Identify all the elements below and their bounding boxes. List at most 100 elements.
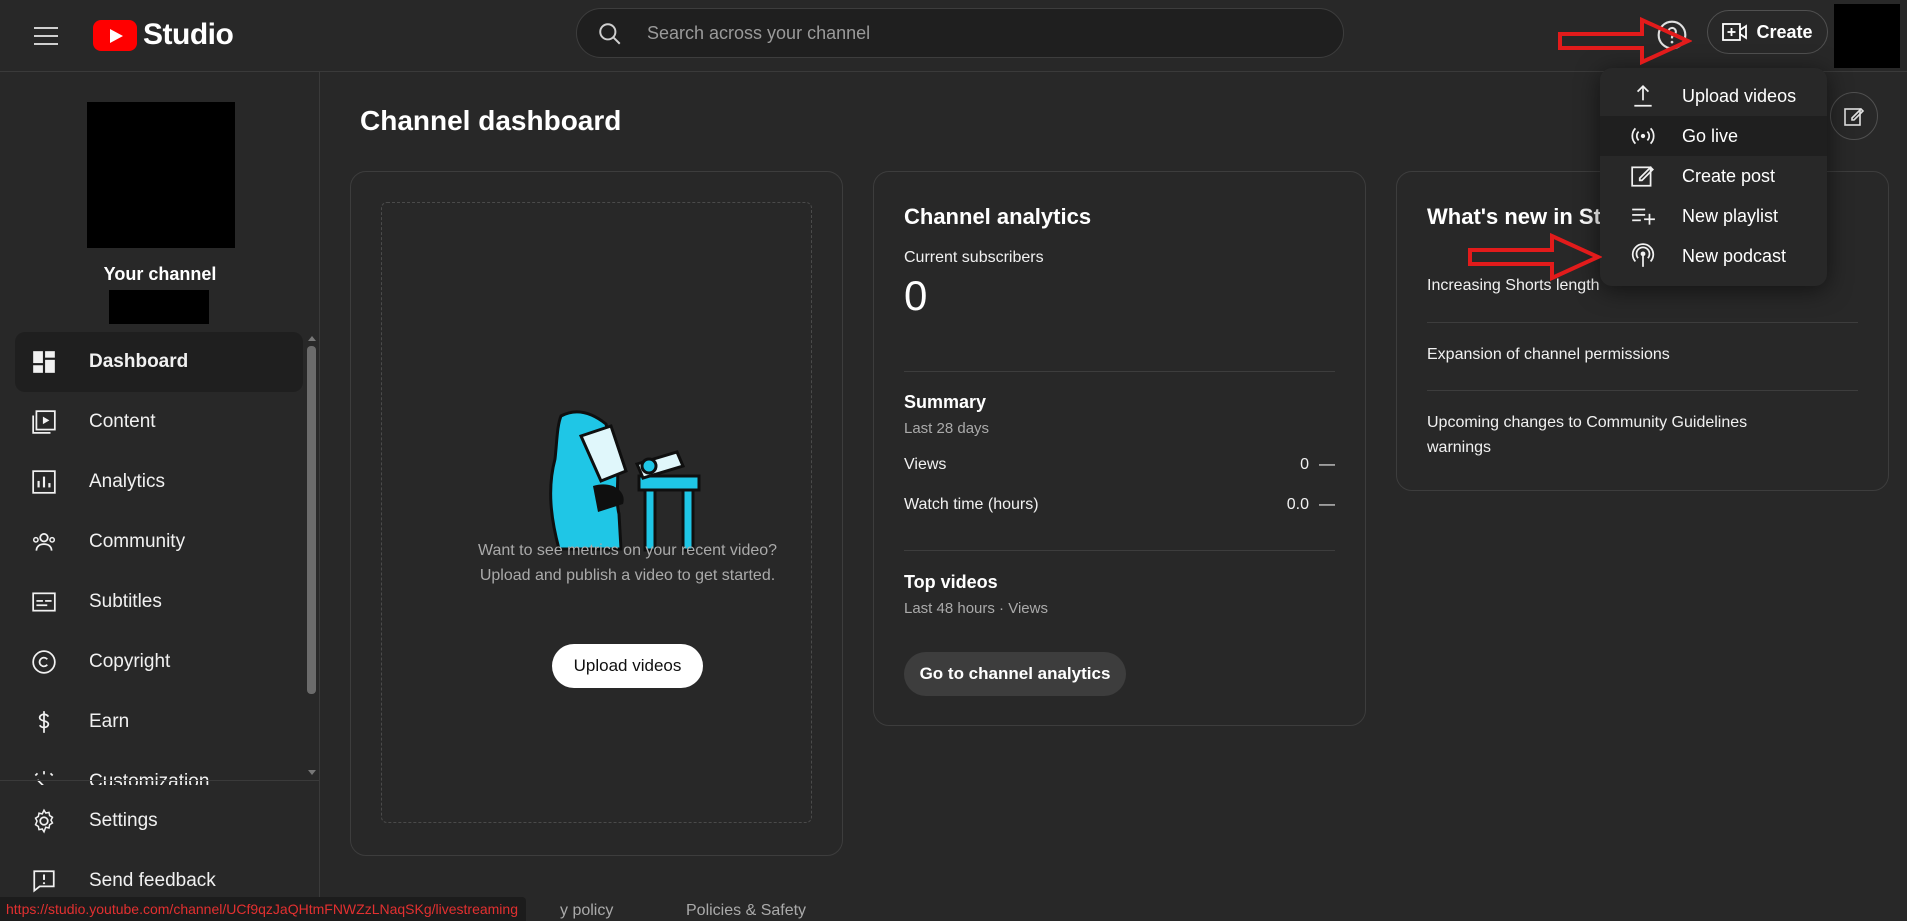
views-row: Views 0 — xyxy=(904,456,1335,474)
logo-text: Studio xyxy=(143,18,234,51)
podcast-icon xyxy=(1631,243,1655,267)
news-divider xyxy=(1427,322,1858,323)
studio-logo[interactable]: Studio xyxy=(93,14,234,56)
edit-icon xyxy=(1844,107,1865,126)
views-label: Views xyxy=(904,456,947,473)
earn-icon xyxy=(38,711,50,733)
status-bar-url: https://studio.youtube.com/channel/UCf9q… xyxy=(0,897,526,921)
menu-icon[interactable] xyxy=(28,20,64,52)
summary-title: Summary xyxy=(904,392,987,412)
upload-prompt-line-2: Upload and publish a video to get starte… xyxy=(479,567,776,584)
sidebar-item-settings[interactable]: Settings xyxy=(15,794,303,848)
playlist-add-icon xyxy=(1632,208,1655,225)
analytics-card-title: Channel analytics xyxy=(904,204,1092,229)
youtube-logo-icon xyxy=(93,19,137,51)
sidebar-item-copyright[interactable]: Copyright xyxy=(15,632,303,692)
sidebar-item-label: Earn xyxy=(89,711,130,732)
top-videos-period: Last 48 hours · Views xyxy=(904,600,1048,617)
menu-item-go-live[interactable]: Go live xyxy=(1600,116,1827,156)
news-divider xyxy=(1427,390,1858,391)
sidebar-item-label: Copyright xyxy=(89,651,171,672)
scroll-up-arrow-icon[interactable] xyxy=(308,336,316,341)
channel-name-redacted xyxy=(109,290,209,324)
menu-item-label: Go live xyxy=(1682,125,1739,146)
sidebar-item-label: Analytics xyxy=(89,471,166,492)
annotation-arrow-icon xyxy=(1468,232,1602,282)
top-videos-title: Top videos xyxy=(904,572,998,592)
news-item[interactable]: Expansion of channel permissions xyxy=(1427,342,1837,367)
sidebar-item-analytics[interactable]: Analytics xyxy=(15,452,303,512)
sidebar-item-label: Settings xyxy=(89,810,158,831)
annotation-arrow-icon xyxy=(1558,16,1692,66)
menu-item-label: Create post xyxy=(1682,165,1776,186)
create-dropdown-menu: Upload videos Go live Create post New pl… xyxy=(1600,68,1827,286)
analytics-divider xyxy=(904,550,1335,551)
feedback-icon xyxy=(33,870,55,893)
search-icon xyxy=(599,23,621,45)
go-to-analytics-button[interactable]: Go to channel analytics xyxy=(904,652,1126,696)
create-label: Create xyxy=(1756,21,1813,42)
edit-dashboard-button[interactable] xyxy=(1830,92,1878,140)
community-icon xyxy=(32,533,56,551)
upload-videos-button[interactable]: Upload videos xyxy=(552,644,703,688)
menu-item-create-post[interactable]: Create post xyxy=(1600,156,1827,196)
edit-icon xyxy=(1631,166,1654,187)
create-button[interactable]: Create xyxy=(1707,10,1828,54)
live-icon xyxy=(1631,127,1655,145)
upload-prompt-line-1: Want to see metrics on your recent video… xyxy=(477,542,778,559)
summary-period: Last 28 days xyxy=(904,420,990,437)
sidebar-item-label: Send feedback xyxy=(89,870,216,891)
watch-time-label: Watch time (hours) xyxy=(904,496,1039,513)
sidebar-item-subtitles[interactable]: Subtitles xyxy=(15,572,303,632)
sidebar-item-label: Dashboard xyxy=(89,351,189,372)
sidebar-item-content[interactable]: Content xyxy=(15,392,303,452)
dashboard-icon xyxy=(33,351,55,373)
search-bar[interactable] xyxy=(576,8,1344,58)
customization-icon xyxy=(34,771,54,785)
watch-time-row: Watch time (hours) 0.0 — xyxy=(904,496,1335,514)
sidebar-item-label: Subtitles xyxy=(89,591,162,612)
watch-time-value: 0.0 xyxy=(1286,496,1309,513)
subtitles-icon xyxy=(32,592,56,612)
studio-app: Studio Create Your channel Dashboard Con… xyxy=(0,0,1907,921)
your-channel-label: Your channel xyxy=(103,264,217,284)
subscribers-label: Current subscribers xyxy=(904,249,1044,266)
sidebar-item-community[interactable]: Community xyxy=(15,512,303,572)
channel-avatar[interactable] xyxy=(87,102,235,248)
upload-video-card: Want to see metrics on your recent video… xyxy=(350,171,843,856)
menu-item-label: Upload videos xyxy=(1682,85,1797,106)
upload-icon xyxy=(1634,85,1652,107)
privacy-policy-link[interactable]: y policy xyxy=(560,902,613,920)
menu-item-label: New playlist xyxy=(1682,205,1779,226)
sidebar-item-label: Community xyxy=(89,531,186,552)
menu-item-upload-videos[interactable]: Upload videos xyxy=(1600,76,1827,116)
menu-item-new-podcast[interactable]: New podcast xyxy=(1600,236,1827,276)
policies-safety-link[interactable]: Policies & Safety xyxy=(686,902,806,920)
sidebar-item-earn[interactable]: Earn xyxy=(15,692,303,752)
create-video-icon xyxy=(1722,23,1748,41)
page-title: Channel dashboard xyxy=(360,105,622,136)
views-value: 0 xyxy=(1300,456,1309,473)
menu-item-new-playlist[interactable]: New playlist xyxy=(1600,196,1827,236)
channel-analytics-card: Channel analytics Current subscribers 0 … xyxy=(873,171,1366,726)
subscribers-count: 0 xyxy=(904,272,928,319)
gear-icon xyxy=(34,808,54,834)
sidebar-item-dashboard[interactable]: Dashboard xyxy=(15,332,303,392)
sidebar-item-label: Content xyxy=(89,411,156,432)
menu-item-label: New podcast xyxy=(1682,245,1787,266)
sidebar-scrollbar-thumb[interactable] xyxy=(307,346,316,694)
upload-dashed-area: Want to see metrics on your recent video… xyxy=(381,202,812,823)
views-trend: — xyxy=(1319,456,1335,473)
watch-time-trend: — xyxy=(1319,496,1335,513)
news-item[interactable]: Upcoming changes to Community Guidelines… xyxy=(1427,410,1787,460)
analytics-icon xyxy=(32,470,56,494)
sidebar-item-label: Customization xyxy=(89,771,210,785)
content-icon xyxy=(32,410,56,434)
sidebar-nav: Dashboard Content Analytics Community Su… xyxy=(0,330,308,785)
scroll-down-arrow-icon[interactable] xyxy=(308,770,316,775)
search-input[interactable] xyxy=(645,18,1305,48)
account-avatar[interactable] xyxy=(1834,4,1900,68)
analytics-divider xyxy=(904,371,1335,372)
microscope-illustration-icon xyxy=(549,410,701,552)
sidebar-divider xyxy=(0,780,320,781)
